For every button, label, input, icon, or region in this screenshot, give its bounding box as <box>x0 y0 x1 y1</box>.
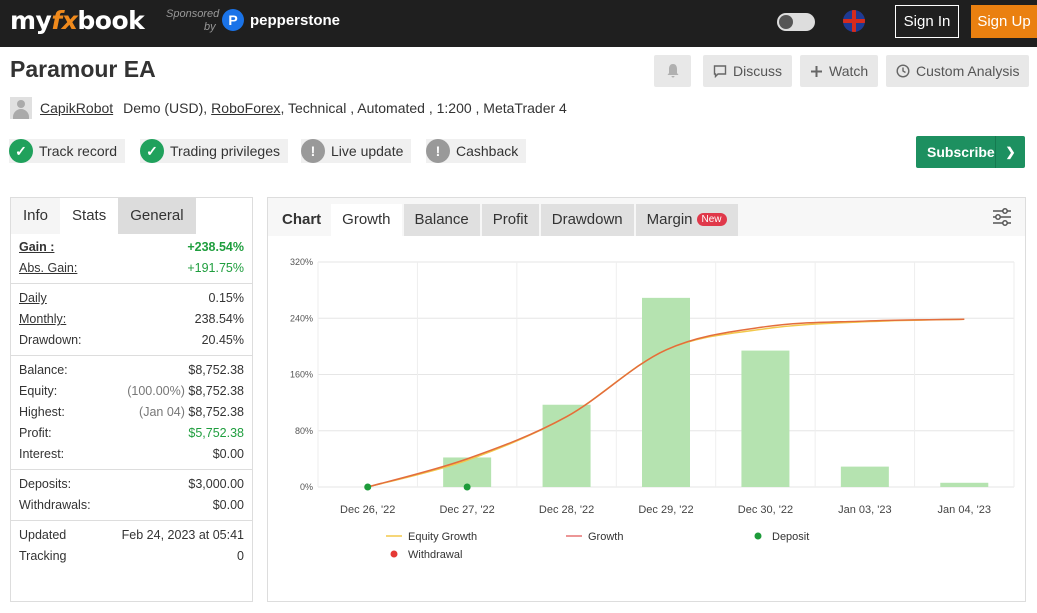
stat-deposits: Deposits: $3,000.00 <box>19 477 244 491</box>
sign-up-button[interactable]: Sign Up <box>971 5 1037 38</box>
y-tick-label: 80% <box>295 426 313 436</box>
legend-dot-icon <box>390 550 398 558</box>
chat-icon <box>713 65 727 78</box>
broker-link[interactable]: RoboForex <box>211 100 280 116</box>
uk-flag-icon[interactable] <box>843 10 865 32</box>
bar <box>642 297 690 487</box>
notify-button[interactable] <box>654 55 691 87</box>
x-tick-label: Dec 30, '22 <box>738 504 793 516</box>
stat-interest: Interest: $0.00 <box>19 447 244 461</box>
bar <box>443 457 492 487</box>
badge-cashback: ! Cashback <box>426 139 527 163</box>
discuss-button[interactable]: Discuss <box>703 55 793 87</box>
stat-updated: Updated Feb 24, 2023 at 05:41 <box>19 528 244 542</box>
pepperstone-icon: P <box>222 9 244 31</box>
bar <box>840 466 889 487</box>
legend-label: Growth <box>588 531 623 543</box>
x-tick-label: Dec 28, '22 <box>539 504 594 516</box>
chart-panel: Chart Growth Balance Profit Drawdown Mar… <box>267 197 1026 602</box>
deposit-marker <box>463 483 471 491</box>
stat-tracking: Tracking 0 <box>19 549 244 563</box>
toggle-knob <box>779 15 793 29</box>
x-tick-label: Dec 27, '22 <box>439 504 494 516</box>
y-tick-label: 160% <box>290 370 313 380</box>
sign-in-button[interactable]: Sign In <box>895 5 959 38</box>
account-details: , Technical , Automated , 1:200 , MetaTr… <box>280 100 567 116</box>
stats-panel: Info Stats General Gain : +238.54% Abs. G… <box>10 197 253 602</box>
top-bar: myfxbook Sponsored by P pepperstone Sign … <box>0 0 1037 47</box>
exclamation-icon: ! <box>301 139 325 163</box>
subscribe-button[interactable]: Subscribe ❯ <box>916 136 1025 168</box>
tab-margin[interactable]: Margin New <box>635 204 738 236</box>
x-tick-label: Jan 03, '23 <box>838 504 891 516</box>
stat-daily: Daily 0.15% <box>19 291 244 305</box>
chevron-down-icon[interactable]: ❯ <box>995 136 1025 168</box>
legend-dot-icon <box>754 532 762 540</box>
check-icon: ✓ <box>140 139 164 163</box>
legend-label: Withdrawal <box>408 549 462 561</box>
plus-icon <box>811 65 822 77</box>
legend-label: Equity Growth <box>408 531 477 543</box>
tab-stats[interactable]: Stats <box>60 198 118 234</box>
badge-track-record: ✓ Track record <box>9 139 126 163</box>
exclamation-icon: ! <box>426 139 450 163</box>
tab-general[interactable]: General <box>118 198 196 234</box>
tab-info[interactable]: Info <box>11 198 61 234</box>
x-tick-label: Dec 26, '22 <box>340 504 395 516</box>
myfxbook-logo[interactable]: myfxbook <box>10 6 145 35</box>
stat-abs-gain: Abs. Gain: +191.75% <box>19 261 244 275</box>
bell-icon <box>667 64 678 78</box>
bar <box>741 350 790 487</box>
y-tick-label: 240% <box>290 313 313 323</box>
chart-tabs: Chart Growth Balance Profit Drawdown Mar… <box>268 198 1025 236</box>
user-link[interactable]: CapikRobot <box>40 100 113 116</box>
stat-drawdown: Drawdown: 20.45% <box>19 333 244 347</box>
x-tick-label: Jan 04, '23 <box>938 504 991 516</box>
account-info: CapikRobot Demo (USD), RoboForex , Techn… <box>10 97 567 119</box>
deposit-marker <box>364 483 372 491</box>
badge-live-update: ! Live update <box>301 139 412 163</box>
new-badge: New <box>696 213 727 226</box>
clock-icon <box>896 64 910 78</box>
tab-balance[interactable]: Balance <box>403 204 480 236</box>
stat-equity: Equity: (100.00%) $8,752.38 <box>19 384 244 398</box>
custom-analysis-button[interactable]: Custom Analysis <box>886 55 1030 87</box>
growth-chart: 0% 80% 160% 240% 320% Dec 26, '22 Dec 27, '22 D… <box>290 257 1015 561</box>
stat-profit: Profit: $5,752.38 <box>19 426 244 440</box>
check-icon: ✓ <box>9 139 33 163</box>
stats-tabs: Info Stats General <box>11 198 252 234</box>
tab-growth[interactable]: Growth <box>331 204 402 236</box>
badge-trading-privileges: ✓ Trading privileges <box>140 139 288 163</box>
tab-drawdown[interactable]: Drawdown <box>540 204 634 236</box>
stat-balance: Balance: $8,752.38 <box>19 363 244 377</box>
tab-profit[interactable]: Profit <box>481 204 539 236</box>
bar <box>940 482 989 487</box>
theme-toggle[interactable] <box>777 13 815 31</box>
y-tick-label: 320% <box>290 257 313 267</box>
account-type: Demo (USD), <box>123 100 208 116</box>
sponsored-label: Sponsored by <box>166 8 220 33</box>
sponsor-logo[interactable]: P pepperstone <box>222 9 340 31</box>
x-tick-label: Dec 29, '22 <box>638 504 693 516</box>
chart-settings-icon[interactable] <box>991 206 1013 228</box>
y-tick-label: 0% <box>300 482 313 492</box>
stat-gain: Gain : +238.54% <box>19 240 244 254</box>
stat-highest: Highest: (Jan 04) $8,752.38 <box>19 405 244 419</box>
chart-label: Chart <box>282 211 322 228</box>
watch-button[interactable]: Watch <box>800 55 879 87</box>
user-avatar-icon <box>10 97 32 119</box>
legend-label: Deposit <box>772 531 809 543</box>
stat-monthly: Monthly: 238.54% <box>19 312 244 326</box>
page-title: Paramour EA <box>10 56 156 82</box>
stat-withdrawals: Withdrawals: $0.00 <box>19 498 244 512</box>
